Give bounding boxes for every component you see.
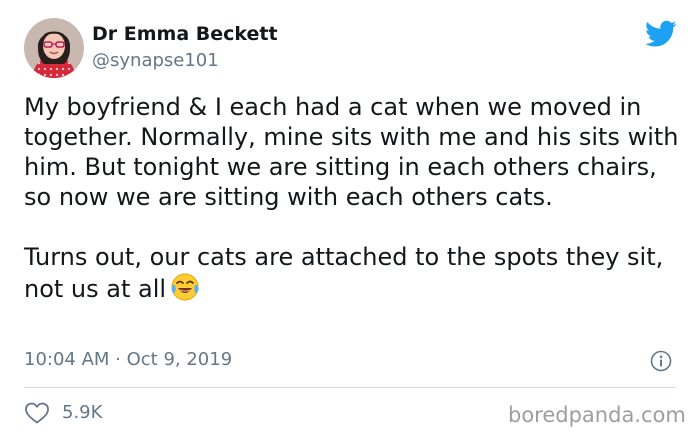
face-with-tears-of-joy-icon [170, 272, 200, 302]
heart-icon [24, 401, 50, 425]
tweet-timestamp[interactable]: 10:04 AM · Oct 9, 2019 [24, 348, 232, 372]
info-icon[interactable] [650, 350, 672, 372]
avatar[interactable] [24, 18, 84, 78]
tweet-paragraph-2: Turns out, our cats are attached to the … [24, 242, 684, 304]
like-button[interactable]: 5.9K [24, 400, 102, 426]
tweet-paragraph-2-text: Turns out, our cats are attached to the … [24, 243, 664, 303]
avatar-image [24, 18, 84, 78]
author-handle[interactable]: @synapse101 [92, 49, 219, 73]
watermark: boredpanda.com [508, 403, 686, 427]
tweet-body: My boyfriend & I each had a cat when we … [24, 92, 684, 304]
twitter-bird-icon[interactable] [645, 20, 677, 48]
tweet-card: Dr Emma Beckett @synapse101 My boyfriend… [0, 0, 700, 441]
tweet-paragraph-1: My boyfriend & I each had a cat when we … [24, 93, 679, 211]
divider [24, 387, 676, 388]
like-count: 5.9K [62, 402, 103, 423]
author-name[interactable]: Dr Emma Beckett [92, 22, 278, 46]
